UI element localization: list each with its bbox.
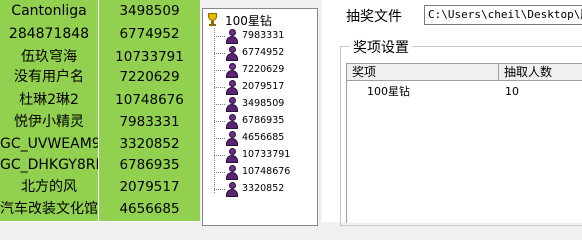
table-cell-id[interactable]: 3320852 — [99, 133, 200, 156]
tree-item-label: 6786935 — [242, 115, 285, 126]
lottery-file-label: 抽奖文件 — [346, 9, 402, 25]
tree-item[interactable]: 3320852 — [214, 181, 314, 198]
user-icon — [225, 29, 239, 44]
tree-item-label: 10733791 — [242, 149, 291, 160]
table-row[interactable]: 杜琳2琳2 10748676 — [0, 89, 200, 113]
table-cell-id[interactable]: 10748676 — [99, 89, 200, 112]
table-cell-name[interactable]: 北方的风 — [0, 176, 98, 199]
table-cell-name[interactable]: GC_UVWEAM9 — [0, 133, 98, 156]
table-cell-id[interactable]: 3498509 — [99, 0, 200, 23]
tree-root-label: 100星钻 — [225, 13, 272, 28]
tree-item-label: 2079517 — [242, 81, 285, 92]
user-icon — [225, 46, 239, 61]
user-icon — [225, 165, 239, 180]
table-cell-id[interactable]: 7220629 — [99, 66, 200, 89]
table-row[interactable]: 悦伊小精灵 7983331 — [0, 111, 200, 135]
user-icon — [225, 182, 239, 197]
tree-item[interactable]: 7983331 — [214, 28, 314, 45]
settings-panel: 抽奖文件 C:\Users\cheil\Desktop\版 奖项设置 奖项 抽取… — [322, 0, 582, 226]
tree-item[interactable]: 6774952 — [214, 45, 314, 62]
tree-item[interactable]: 10733791 — [214, 147, 314, 164]
tree-item[interactable]: 3498509 — [214, 96, 314, 113]
grid-cell-draw-count[interactable]: 10 — [505, 84, 519, 100]
table-row[interactable]: Cantonliga 3498509 — [0, 0, 200, 24]
table-row[interactable]: 284871848 6774952 — [0, 23, 200, 47]
tree-item-label: 4656685 — [242, 132, 285, 143]
user-icon — [225, 148, 239, 163]
prize-tree-panel: 100星钻 7983331 6774952 7220629 2079517 34… — [200, 0, 322, 226]
table-row[interactable]: 没有用户名 7220629 — [0, 66, 200, 90]
grid-cell-prize[interactable]: 100星钻 — [367, 84, 410, 100]
tree-root-node[interactable]: 100星钻 — [206, 12, 272, 28]
prize-settings-title: 奖项设置 — [350, 37, 412, 57]
table-cell-name[interactable]: 没有用户名 — [0, 66, 98, 89]
prize-settings-grid[interactable]: 奖项 抽取人数 100星钻 10 — [346, 63, 582, 223]
table-cell-name[interactable]: 杜琳2琳2 — [0, 89, 98, 112]
table-row[interactable]: GC_DHKGY8RK 6786935 — [0, 154, 200, 178]
tree-item[interactable]: 6786935 — [214, 113, 314, 130]
tree-item-label: 10748676 — [242, 166, 291, 177]
trophy-icon — [206, 13, 219, 27]
tree-item[interactable]: 4656685 — [214, 130, 314, 147]
tree-item-label: 7983331 — [242, 30, 285, 41]
table-cell-id[interactable]: 4656685 — [99, 198, 200, 221]
tree-item-label: 6774952 — [242, 47, 285, 58]
table-row[interactable]: 北方的风 2079517 — [0, 176, 200, 200]
table-cell-id[interactable]: 2079517 — [99, 176, 200, 199]
user-icon — [225, 131, 239, 146]
table-cell-name[interactable]: Cantonliga — [0, 0, 98, 23]
tree-item[interactable]: 2079517 — [214, 79, 314, 96]
table-cell-id[interactable]: 7983331 — [99, 111, 200, 134]
table-cell-name[interactable]: 汽车改装文化馆 — [0, 198, 98, 221]
table-cell-name[interactable]: 284871848 — [0, 23, 98, 46]
table-cell-id[interactable]: 6786935 — [99, 154, 200, 177]
user-icon — [225, 63, 239, 78]
tree-item[interactable]: 7220629 — [214, 62, 314, 79]
table-cell-id[interactable]: 6774952 — [99, 23, 200, 46]
tree-item[interactable]: 10748676 — [214, 164, 314, 181]
column-header-draw-count[interactable]: 抽取人数 — [499, 63, 582, 81]
table-row[interactable]: 汽车改装文化馆 4656685 — [0, 198, 200, 222]
table-cell-name[interactable]: 悦伊小精灵 — [0, 111, 98, 134]
tree-item-label: 3320852 — [242, 183, 285, 194]
prize-tree[interactable]: 100星钻 7983331 6774952 7220629 2079517 34… — [202, 8, 318, 226]
user-icon — [225, 80, 239, 95]
tree-item-label: 7220629 — [242, 64, 285, 75]
winner-table: Cantonliga 3498509 284871848 6774952 伍玖穹… — [0, 0, 200, 222]
user-icon — [225, 114, 239, 129]
user-icon — [225, 97, 239, 112]
lottery-file-path-input[interactable]: C:\Users\cheil\Desktop\版 — [424, 5, 582, 25]
column-header-prize[interactable]: 奖项 — [347, 63, 499, 81]
table-cell-name[interactable]: GC_DHKGY8RK — [0, 154, 98, 177]
tree-item-label: 3498509 — [242, 98, 285, 109]
